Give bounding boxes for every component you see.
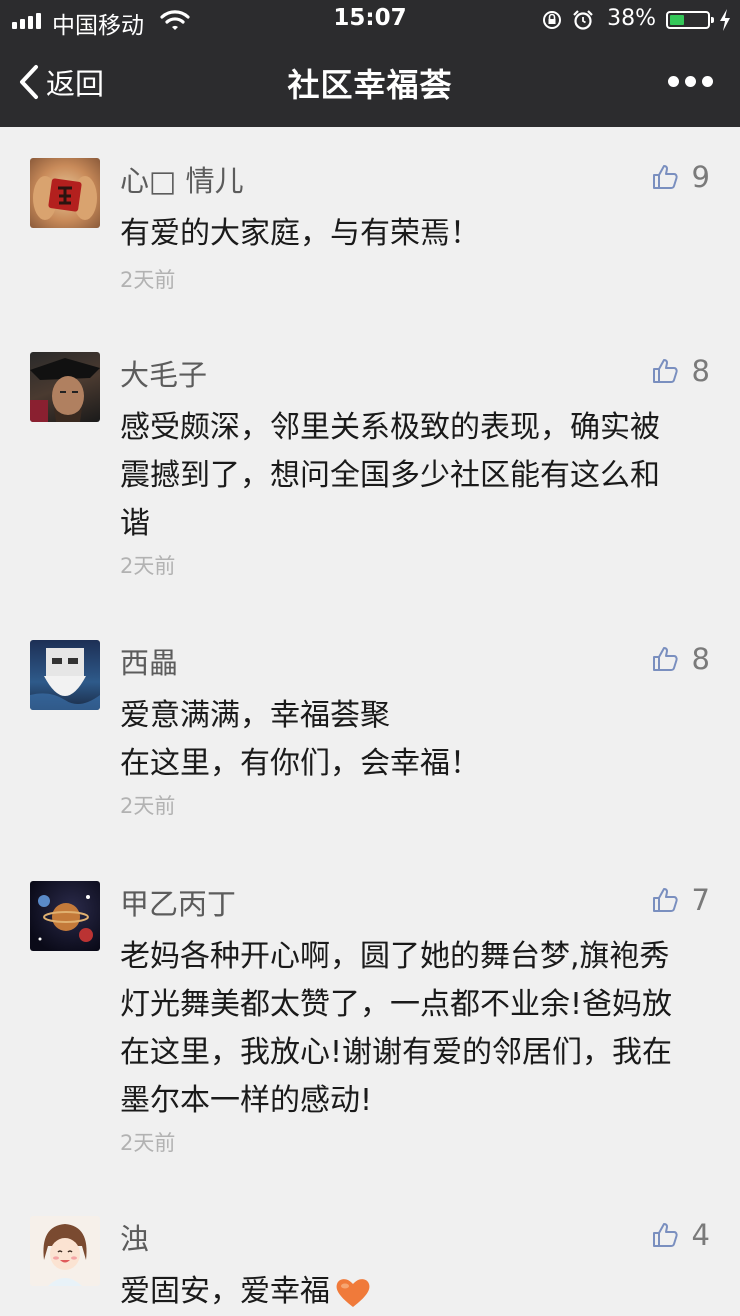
comment-line: 在这里，有你们，会幸福！ xyxy=(120,746,480,781)
character-avatar-image xyxy=(30,648,100,710)
page-title: 社区幸福荟 xyxy=(287,66,453,104)
commenter-name[interactable]: 大毛子 xyxy=(120,352,207,394)
thumbs-up-icon xyxy=(652,888,678,912)
commenter-name[interactable]: 甲乙丙丁 xyxy=(120,881,236,923)
battery-percentage: 38% xyxy=(607,6,656,31)
comment-line: 老妈各种开心啊，圆了她的舞台梦,旗袍秀 xyxy=(120,939,670,974)
comment-line: 爱意满满，幸福荟聚 xyxy=(120,698,390,733)
like-count: 4 xyxy=(691,1218,710,1252)
like-button[interactable]: 8 xyxy=(652,354,710,388)
fu-character-avatar-image xyxy=(33,176,97,220)
battery-icon xyxy=(666,11,714,29)
thumbs-up-icon xyxy=(652,359,678,383)
comment-date: 2天前 xyxy=(120,268,176,292)
top-bar: 中国移动 15:07 38% 返回 社区幸福荟 xyxy=(0,0,740,127)
navigation-bar: 返回 社区幸福荟 xyxy=(0,40,740,127)
more-options-button[interactable] xyxy=(668,74,714,88)
comment-date: 2天前 xyxy=(120,794,176,818)
rotation-lock-icon xyxy=(543,11,561,29)
comment-line: 爱固安，爱幸福 xyxy=(120,1268,720,1316)
comment-text: 感受颇深，邻里关系极致的表现，确实被 震撼到了，想问全国多少社区能有这么和 谐 xyxy=(120,404,720,548)
commenter-name[interactable]: 浊 xyxy=(120,1216,149,1258)
like-button[interactable]: 9 xyxy=(652,160,710,194)
comment-text: 爱意满满，幸福荟聚 在这里，有你们，会幸福！ xyxy=(120,692,720,788)
like-count: 9 xyxy=(691,160,710,194)
like-count: 8 xyxy=(691,642,710,676)
character-avatar-image xyxy=(30,358,100,422)
charging-icon xyxy=(720,9,730,31)
cartoon-girl-avatar-image xyxy=(43,1224,87,1286)
comment-text: 爱固安，爱幸福 xyxy=(120,1268,720,1316)
thumbs-up-icon xyxy=(652,165,678,189)
thumbs-up-icon xyxy=(652,1223,678,1247)
comment-line: 感受颇深，邻里关系极致的表现，确实被 xyxy=(120,410,660,445)
commenter-name[interactable]: 西畾 xyxy=(120,640,178,682)
comment-line: 墨尔本一样的感动! xyxy=(120,1083,373,1118)
status-bar: 中国移动 15:07 38% xyxy=(0,0,740,40)
comment-line-text: 爱固安，爱幸福 xyxy=(120,1274,330,1309)
comment-line: 灯光舞美都太赞了，一点都不业余!爸妈放 xyxy=(120,987,673,1022)
comment-line: 有爱的大家庭，与有荣焉！ xyxy=(120,216,480,251)
thumbs-up-icon xyxy=(652,647,678,671)
commenter-name[interactable]: 心□ 情儿 xyxy=(120,158,244,200)
like-button[interactable]: 7 xyxy=(652,883,710,917)
avatar[interactable] xyxy=(30,881,100,951)
avatar[interactable] xyxy=(30,352,100,422)
comment-line: 在这里，我放心!谢谢有爱的邻居们，我在 xyxy=(120,1035,673,1070)
like-button[interactable]: 4 xyxy=(652,1218,710,1252)
comment-text: 有爱的大家庭，与有荣焉！ xyxy=(120,210,720,258)
avatar[interactable] xyxy=(30,1216,100,1286)
like-count: 7 xyxy=(691,883,710,917)
alarm-icon xyxy=(573,10,593,30)
like-count: 8 xyxy=(691,354,710,388)
comment-text: 老妈各种开心啊，圆了她的舞台梦,旗袍秀 灯光舞美都太赞了，一点都不业余!爸妈放 … xyxy=(120,933,720,1125)
comment-line: 震撼到了，想问全国多少社区能有这么和 xyxy=(120,458,660,493)
avatar[interactable] xyxy=(30,158,100,228)
comment-date: 2天前 xyxy=(120,1131,176,1155)
comment-line: 谐 xyxy=(120,506,150,541)
comment-date: 2天前 xyxy=(120,554,176,578)
like-button[interactable]: 8 xyxy=(652,642,710,676)
heart-emoji-icon xyxy=(336,1279,370,1307)
planets-avatar-image xyxy=(38,895,93,942)
avatar[interactable] xyxy=(30,640,100,710)
